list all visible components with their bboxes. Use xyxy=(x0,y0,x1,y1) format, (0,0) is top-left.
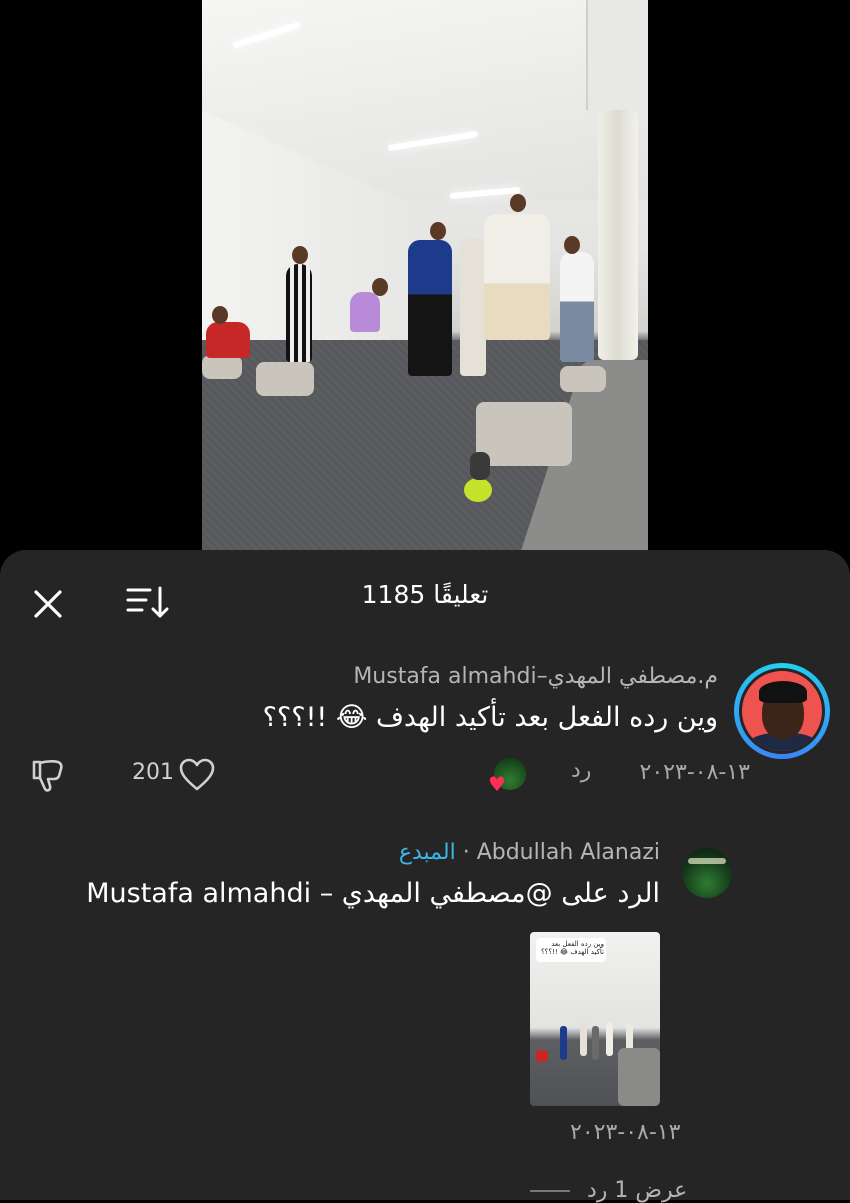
person xyxy=(484,214,550,340)
thumbnail-sofa xyxy=(618,1048,660,1106)
person xyxy=(350,292,380,332)
person-head xyxy=(510,194,526,212)
sheet-header: 1185 تعليقًا xyxy=(0,550,850,650)
person-head xyxy=(372,278,388,296)
person xyxy=(206,322,250,358)
reply-avatar[interactable] xyxy=(682,848,732,898)
thumbs-down-icon xyxy=(32,760,63,792)
dislike-button[interactable] xyxy=(28,756,68,796)
air-conditioner xyxy=(586,0,648,110)
like-button[interactable] xyxy=(178,756,216,794)
person-head xyxy=(430,222,446,240)
floor-cushion xyxy=(476,402,572,466)
commenter-avatar[interactable] xyxy=(734,663,830,759)
person xyxy=(560,252,594,362)
thumbnail-comment-bubble: وين رده الفعل بعد تأكيد الهدف 😂 !!؟؟؟ xyxy=(536,938,606,962)
like-count: 201 xyxy=(132,760,174,785)
comment-text: وين رده الفعل بعد تأكيد الهدف 😂 !!؟؟؟ xyxy=(262,702,718,733)
reply-video-thumbnail[interactable]: وين رده الفعل بعد تأكيد الهدف 😂 !!؟؟؟ xyxy=(530,932,660,1106)
reply-author-line[interactable]: Abdullah Alanazi · المبدع xyxy=(399,840,660,865)
heart-outline-icon xyxy=(179,758,215,791)
comment-date: ١٣-٠٨-٢٠٢٣ xyxy=(639,760,750,785)
comment-author[interactable]: م.مصطفي المهدي–Mustafa almahdi xyxy=(353,664,718,689)
reply-button[interactable]: رد xyxy=(571,758,591,783)
view-more-label[interactable]: عرض 1 رد xyxy=(587,1178,687,1203)
divider-line xyxy=(530,1190,570,1192)
green-ball xyxy=(464,478,492,502)
cup xyxy=(470,452,490,480)
floor-cushion xyxy=(202,355,242,379)
creator-liked-badge: ♥ xyxy=(488,758,530,796)
person-head xyxy=(292,246,308,264)
reply-date: ١٣-٠٨-٢٠٢٣ xyxy=(570,1120,681,1145)
person-head xyxy=(212,306,228,324)
person xyxy=(408,240,452,376)
floor-cushion xyxy=(560,366,606,392)
video-player[interactable] xyxy=(202,0,648,552)
comments-count-title: 1185 تعليقًا xyxy=(361,580,489,609)
heart-icon: ♥ xyxy=(488,772,506,796)
floor-cushion xyxy=(256,362,314,396)
view-more-replies[interactable]: عرض 1 رد xyxy=(530,1178,687,1203)
reply-text: الرد على @مصطفي المهدي – Mustafa almahdi xyxy=(86,878,660,909)
separator-dot: · xyxy=(462,840,470,865)
creator-badge: المبدع xyxy=(398,840,456,865)
person xyxy=(460,238,486,376)
person xyxy=(286,264,312,362)
comments-sheet: 1185 تعليقًا م.مصطفي المهدي–Mustafa alma… xyxy=(0,550,850,1203)
reply-author[interactable]: Abdullah Alanazi xyxy=(477,840,660,865)
person-head xyxy=(564,236,580,254)
curtain xyxy=(598,110,638,360)
